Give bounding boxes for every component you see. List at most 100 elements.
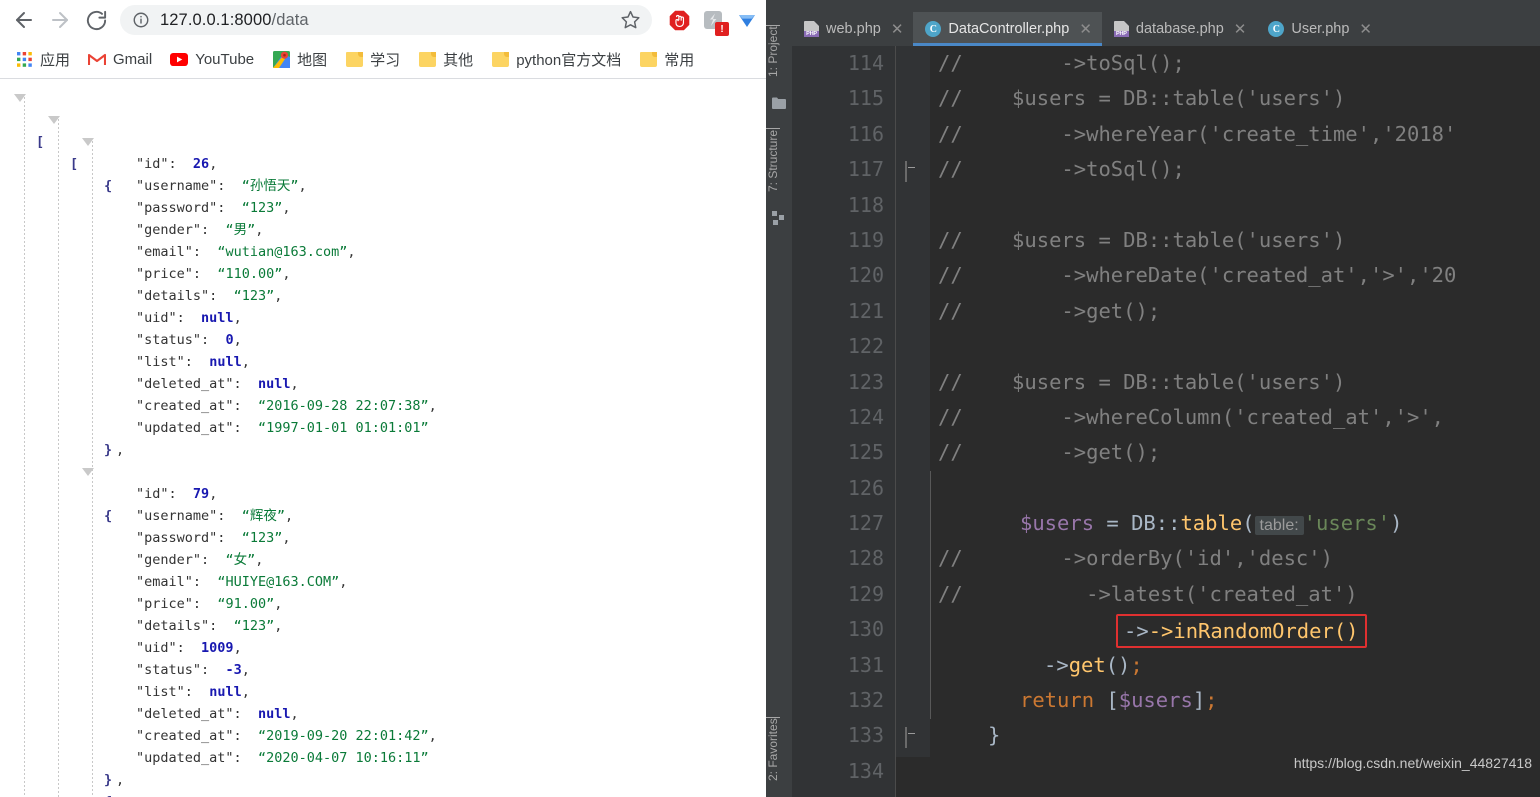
json-key: "details" <box>136 618 210 634</box>
bookmark-gmail[interactable]: Gmail <box>79 46 161 72</box>
tab-datacontroller-php[interactable]: C DataController.php ✕ <box>913 12 1102 46</box>
line-content: $users = DB::table(table:'users') <box>1020 511 1403 536</box>
json-value: “wutian@163.com” <box>217 244 348 260</box>
toolwindow-project[interactable]: 1: Project <box>766 16 792 86</box>
code-fold-icon[interactable] <box>905 161 920 183</box>
json-property: "status": -3, <box>136 662 250 678</box>
tab-database-php[interactable]: database.php ✕ <box>1102 12 1256 46</box>
toolwindow-favorites[interactable]: 2: Favorites <box>766 707 792 791</box>
browser-toolbar: 127.0.0.1:8000/data ! <box>0 0 766 40</box>
json-key: "username" <box>136 508 218 524</box>
json-key: "details" <box>136 288 210 304</box>
ide-top-strip <box>766 0 1540 12</box>
line-content: // ->get(); <box>938 298 1161 323</box>
json-property: "uid": null, <box>136 310 242 326</box>
json-property: "id": 26, <box>136 156 218 172</box>
line-content: } <box>988 723 1001 748</box>
json-key: "created_at" <box>136 398 234 414</box>
apps-grid-icon <box>15 50 33 68</box>
code-line: 127 $users = DB::table(table:'users') <box>792 506 1540 541</box>
forward-button[interactable] <box>42 2 78 38</box>
chrome-browser-window: 127.0.0.1:8000/data ! 应用 Gmail YouTube 地… <box>0 0 766 797</box>
php-file-icon <box>804 21 819 37</box>
json-key: "created_at" <box>136 728 234 744</box>
line-number: 131 <box>847 652 884 677</box>
structure-icon[interactable] <box>772 210 786 225</box>
bookmark-folder-study[interactable]: 学习 <box>336 45 409 74</box>
bookmark-youtube[interactable]: YouTube <box>161 46 263 72</box>
json-value: “91.00” <box>217 596 275 612</box>
collapse-arrow-icon[interactable] <box>48 116 60 124</box>
close-icon[interactable]: ✕ <box>1359 20 1372 38</box>
line-number: 125 <box>847 440 884 465</box>
bookmark-apps[interactable]: 应用 <box>6 45 79 74</box>
line-number: 124 <box>847 404 884 429</box>
code-editor[interactable]: 114 // ->toSql(); 115 // $users = DB::ta… <box>792 46 1540 797</box>
adblock-extension-icon[interactable] <box>666 7 692 33</box>
collapse-arrow-icon[interactable] <box>82 138 94 146</box>
extension-badge: ! <box>715 22 729 36</box>
folder-icon <box>418 50 436 68</box>
bookmark-maps[interactable]: 地图 <box>263 45 336 74</box>
json-key: "list" <box>136 684 185 700</box>
bookmark-label: Gmail <box>113 50 153 68</box>
close-icon[interactable]: ✕ <box>1234 20 1247 38</box>
code-line: 118 <box>792 188 1540 223</box>
code-fold-icon[interactable] <box>905 727 920 749</box>
json-value: “123” <box>241 530 283 546</box>
json-property: "updated_at": “2020-04-07 10:16:11” <box>136 750 429 766</box>
tab-user-php[interactable]: C User.php ✕ <box>1256 12 1382 46</box>
json-property: "status": 0, <box>136 332 242 348</box>
code-line: 120 // ->whereDate('created_at','>','20 <box>792 258 1540 293</box>
collapse-arrow-icon[interactable] <box>82 468 94 476</box>
json-value: “HUIYE@163.COM” <box>217 574 340 590</box>
collapse-arrow-icon[interactable] <box>14 94 26 102</box>
reload-button[interactable] <box>78 2 114 38</box>
json-value: “女” <box>225 552 256 568</box>
token-table-fn: table <box>1180 511 1243 536</box>
code-line: 117 // ->toSql(); <box>792 152 1540 187</box>
tab-label: database.php <box>1135 21 1224 37</box>
editor-tab-bar: web.php ✕ C DataController.php ✕ databas… <box>792 12 1540 46</box>
bookmark-folder-python-docs[interactable]: python官方文档 <box>482 45 630 74</box>
json-property: "password": “123”, <box>136 530 291 546</box>
line-number: 134 <box>847 758 884 783</box>
json-key: "deleted_at" <box>136 706 234 722</box>
json-value: 79 <box>192 486 210 502</box>
code-line: 131 ->get(); <box>792 648 1540 683</box>
close-icon[interactable]: ✕ <box>891 20 904 38</box>
star-icon[interactable] <box>620 9 642 31</box>
tab-web-php[interactable]: web.php ✕ <box>792 12 913 46</box>
toolwindow-structure[interactable]: 7: Structure <box>766 118 792 202</box>
address-bar[interactable]: 127.0.0.1:8000/data <box>120 5 652 35</box>
bookmark-folder-common[interactable]: 常用 <box>630 45 703 74</box>
line-number: 127 <box>847 511 884 536</box>
line-number: 120 <box>847 263 884 288</box>
json-property: "gender": “男”, <box>136 222 264 238</box>
ide-left-toolstrip: 1: Project 7: Structure 2: Favorites <box>766 12 792 797</box>
json-property: "created_at": “2019-09-20 22:01:42”, <box>136 728 437 744</box>
project-folder-icon[interactable] <box>772 94 786 109</box>
json-property: "username": “辉夜”, <box>136 508 294 524</box>
line-number: 118 <box>847 192 884 217</box>
line-number: 121 <box>847 298 884 323</box>
close-icon[interactable]: ✕ <box>1079 20 1092 38</box>
bookmark-folder-other[interactable]: 其他 <box>409 45 482 74</box>
json-key: "password" <box>136 200 218 216</box>
bookmark-label: YouTube <box>195 50 255 68</box>
google-maps-icon <box>272 50 290 68</box>
bookmark-label: 学习 <box>370 51 401 69</box>
line-content: // ->latest('created_at') <box>938 581 1358 606</box>
json-property: "email": “HUIYE@163.COM”, <box>136 574 348 590</box>
diamond-extension-icon[interactable] <box>734 7 760 33</box>
back-button[interactable] <box>6 2 42 38</box>
puzzle-extension-icon[interactable]: ! <box>700 7 729 36</box>
json-viewer: [ [ { "id": 26, "username": “孙悟天”, "pass… <box>0 79 766 797</box>
json-key: "uid" <box>136 310 177 326</box>
json-property: "details": “123”, <box>136 618 283 634</box>
json-property: "created_at": “2016-09-28 22:07:38”, <box>136 398 437 414</box>
line-number: 128 <box>847 546 884 571</box>
bookmark-label: python官方文档 <box>516 51 622 69</box>
line-content: // $users = DB::table('users') <box>938 86 1346 111</box>
site-info-icon[interactable] <box>132 11 150 29</box>
